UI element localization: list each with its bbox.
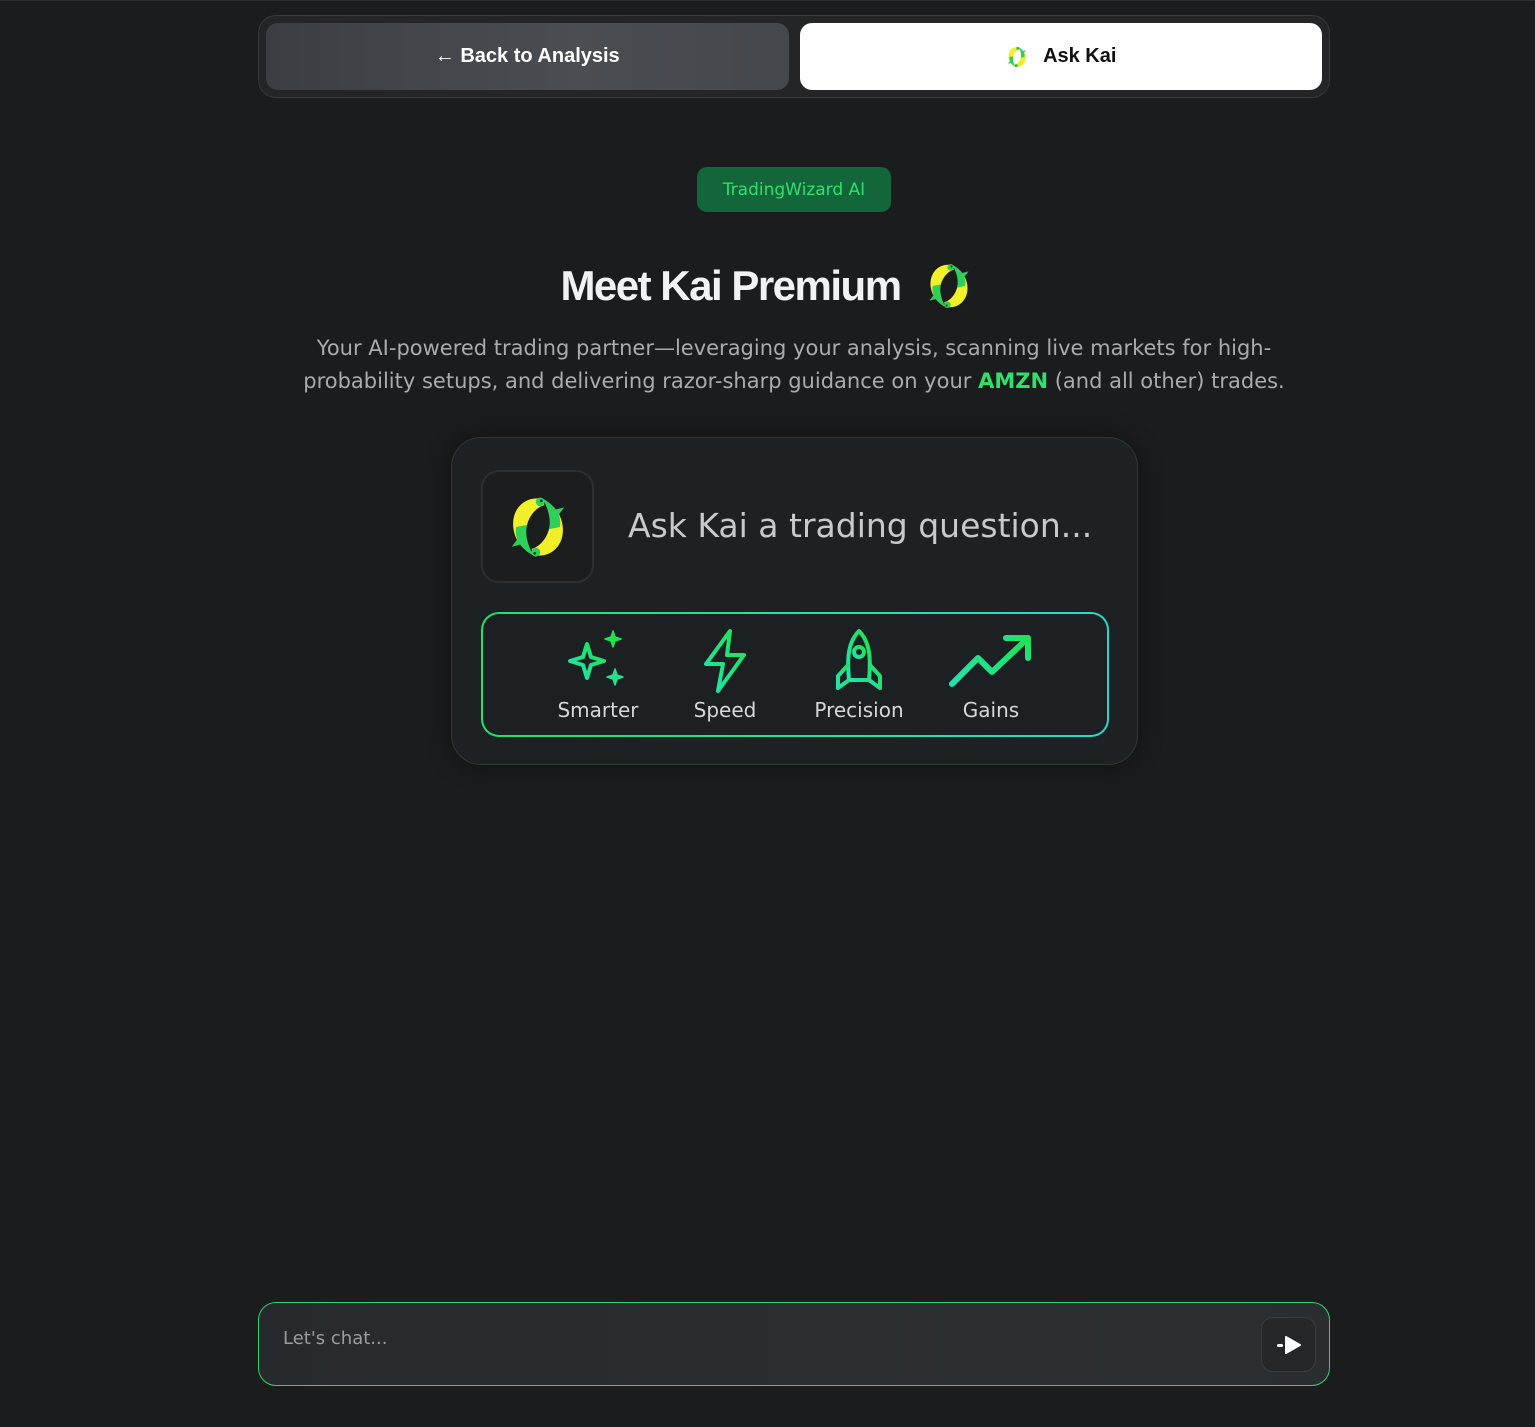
kai-logo-icon xyxy=(923,260,975,312)
trending-up-icon xyxy=(931,628,1051,694)
kai-logo-icon xyxy=(503,492,573,562)
chat-input[interactable] xyxy=(283,1323,1243,1353)
ask-kai-page: ← Back to Analysis Ask Kai TradingWizard… xyxy=(0,0,1535,1427)
feature-strip: Smarter Speed Precision Gains xyxy=(481,612,1109,737)
sparkles-icon xyxy=(538,628,658,694)
send-button[interactable] xyxy=(1261,1317,1316,1372)
feature-label: Speed xyxy=(693,698,757,722)
feature-label: Smarter xyxy=(557,698,639,722)
chat-bar xyxy=(258,1302,1330,1386)
feature-gains: Gains xyxy=(931,628,1051,722)
ask-kai-card[interactable]: Ask Kai a trading question... Smarter Sp… xyxy=(451,437,1138,765)
page-subtitle: Your AI-powered trading partner—leveragi… xyxy=(270,332,1318,398)
kai-logo-icon xyxy=(1005,45,1029,69)
headline-row: Meet Kai Premium xyxy=(0,259,1535,313)
ticker-symbol: AMZN xyxy=(978,369,1049,393)
ask-kai-tab-label: Ask Kai xyxy=(1043,45,1117,67)
lightning-icon xyxy=(665,628,785,694)
rocket-icon xyxy=(799,628,919,694)
feature-precision: Precision xyxy=(799,628,919,722)
brand-badge: TradingWizard AI xyxy=(697,167,891,212)
view-tab-bar: ← Back to Analysis Ask Kai xyxy=(258,15,1330,98)
ask-kai-tab[interactable]: Ask Kai xyxy=(799,23,1322,90)
subtitle-text-after: (and all other) trades. xyxy=(1048,369,1285,393)
send-icon xyxy=(1275,1334,1303,1356)
feature-speed: Speed xyxy=(665,628,785,722)
page-title: Meet Kai Premium xyxy=(560,262,902,309)
feature-smarter: Smarter xyxy=(538,628,658,722)
back-to-analysis-button[interactable]: ← Back to Analysis xyxy=(266,23,789,90)
feature-label: Gains xyxy=(962,698,1020,722)
card-question: Ask Kai a trading question... xyxy=(628,506,1093,545)
kai-avatar xyxy=(481,470,594,583)
feature-label: Precision xyxy=(814,698,904,722)
back-to-analysis-label: ← Back to Analysis xyxy=(434,45,620,67)
